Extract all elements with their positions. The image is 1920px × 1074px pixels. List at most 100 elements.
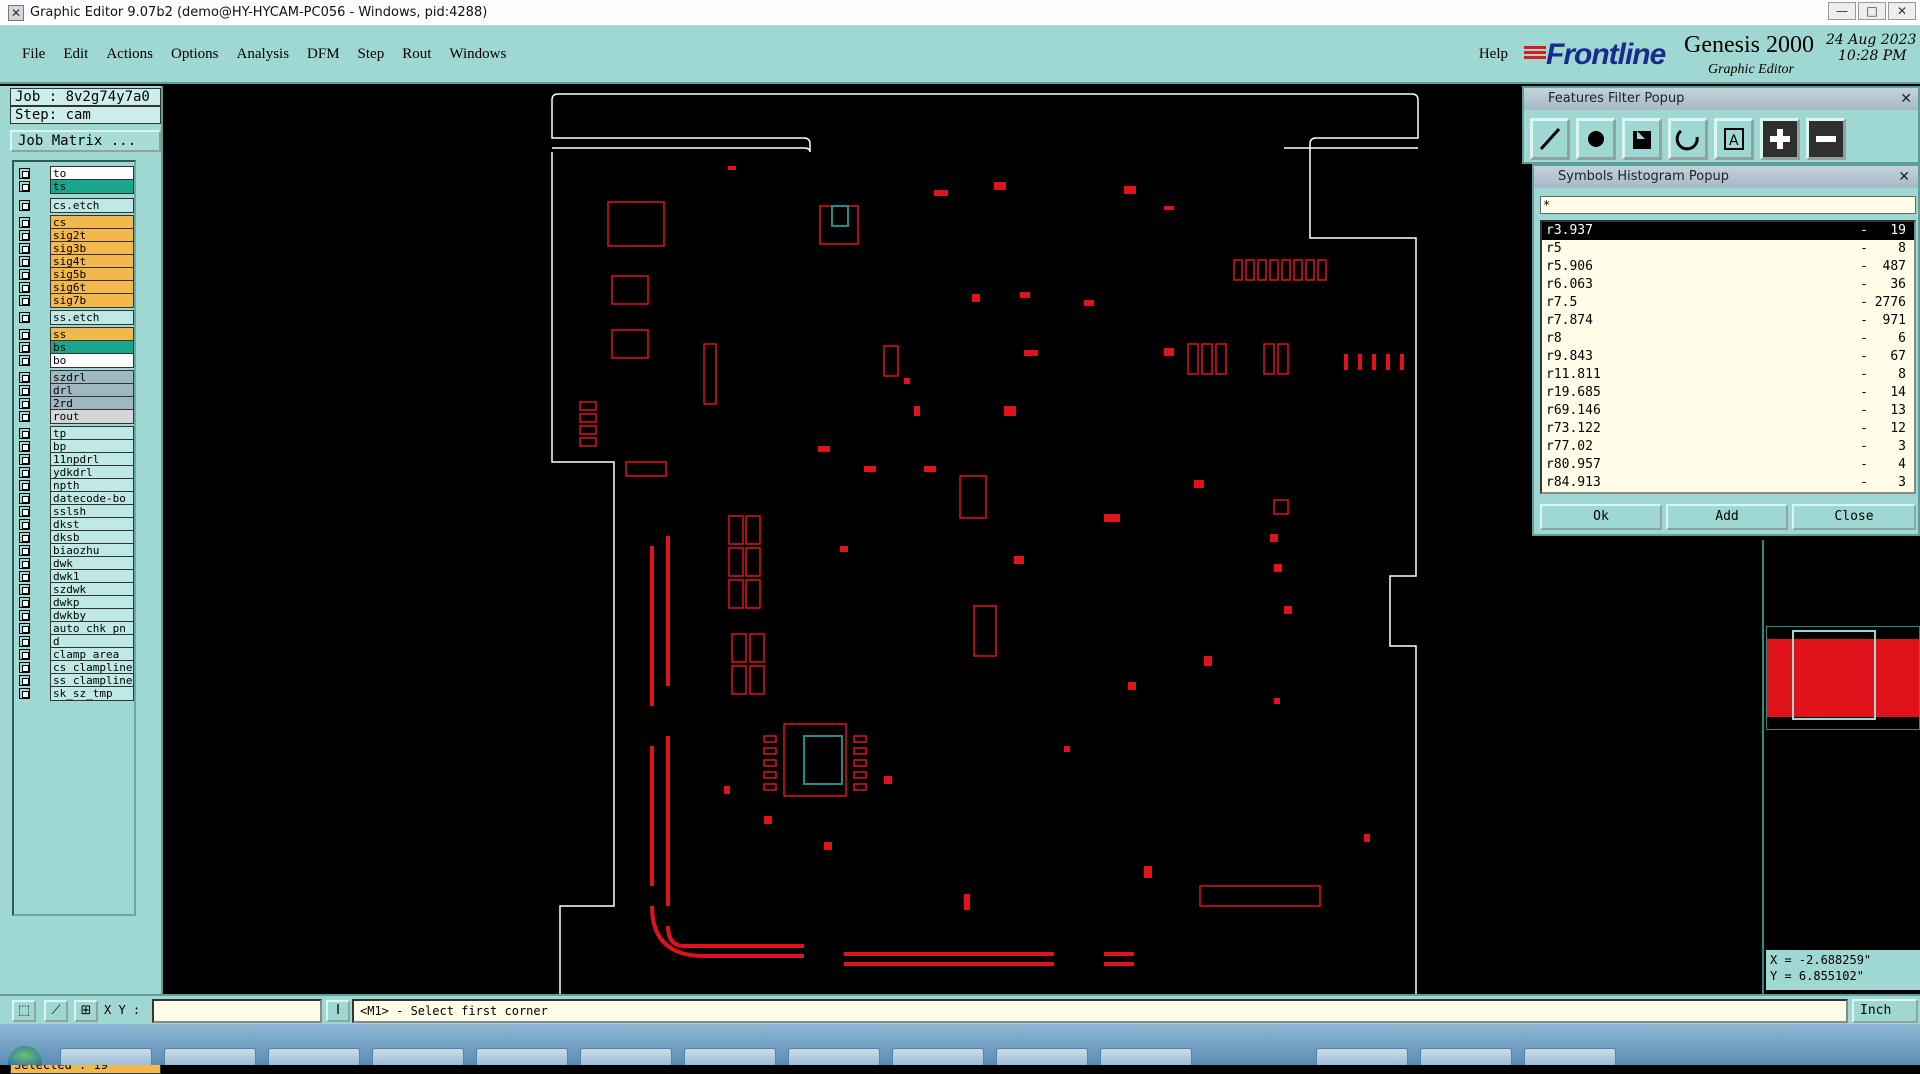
layer-checkbox[interactable]	[19, 649, 30, 660]
layer-checkbox[interactable]	[19, 312, 30, 323]
text-filter-icon[interactable]: A	[1714, 118, 1754, 160]
overview-minimap[interactable]	[1766, 626, 1920, 730]
layer-checkbox[interactable]	[19, 558, 30, 569]
layer-checkbox[interactable]	[19, 243, 30, 254]
layer-checkbox[interactable]	[19, 398, 30, 409]
menu-help[interactable]: Help	[1479, 46, 1508, 63]
taskbar-item[interactable]	[268, 1048, 360, 1065]
layer-name[interactable]: ss.etch	[50, 310, 134, 325]
layer-checkbox[interactable]	[19, 217, 30, 228]
snap-icon[interactable]: ⬚	[12, 1000, 36, 1022]
taskbar-item[interactable]	[1420, 1048, 1512, 1065]
layer-checkbox[interactable]	[19, 506, 30, 517]
layer-checkbox[interactable]	[19, 571, 30, 582]
taskbar-item[interactable]	[372, 1048, 464, 1065]
close-icon[interactable]: ✕	[1898, 166, 1910, 188]
close-icon[interactable]: ✕	[1900, 88, 1912, 110]
layer-checkbox[interactable]	[19, 532, 30, 543]
symbol-row[interactable]: r84.913 - 3	[1542, 474, 1914, 492]
minimize-icon[interactable]: —	[1828, 2, 1856, 20]
layer-row-sk_sz_tmp[interactable]: sk_sz_tmp	[16, 686, 134, 701]
maximize-icon[interactable]: □	[1858, 2, 1886, 20]
grid-icon[interactable]: ⊞	[74, 1000, 98, 1022]
layer-checkbox[interactable]	[19, 256, 30, 267]
symbol-list[interactable]: r3.937-19 r5-8 r5.906-487 r6.063-36 r7.5-277…	[1540, 220, 1916, 494]
menu-actions[interactable]: Actions	[106, 46, 153, 63]
menu-options[interactable]: Options	[171, 46, 219, 63]
layer-checkbox[interactable]	[19, 355, 30, 366]
layer-row-bo[interactable]: bo	[16, 353, 134, 368]
layer-checkbox[interactable]	[19, 282, 30, 293]
layer-checkbox[interactable]	[19, 385, 30, 396]
taskbar-item[interactable]	[476, 1048, 568, 1065]
taskbar-item[interactable]	[1100, 1048, 1192, 1065]
layer-checkbox[interactable]	[19, 200, 30, 211]
layer-checkbox[interactable]	[19, 519, 30, 530]
layer-row-rout[interactable]: rout	[16, 409, 134, 424]
layer-checkbox[interactable]	[19, 441, 30, 452]
menu-edit[interactable]: Edit	[63, 46, 88, 63]
layer-checkbox[interactable]	[19, 168, 30, 179]
layer-checkbox[interactable]	[19, 688, 30, 699]
add-button[interactable]: Add	[1666, 504, 1788, 530]
layer-checkbox[interactable]	[19, 295, 30, 306]
layer-name[interactable]: cs.etch	[50, 198, 134, 213]
start-icon[interactable]	[8, 1046, 42, 1065]
layer-checkbox[interactable]	[19, 493, 30, 504]
job-matrix-button[interactable]: Job Matrix ...	[10, 130, 161, 152]
symbol-row[interactable]: r9.843 - 67	[1542, 348, 1914, 366]
negative-polarity-icon[interactable]	[1806, 118, 1846, 160]
symbol-row[interactable]: r73.122 - 12	[1542, 420, 1914, 438]
cursor-icon[interactable]: I	[326, 1000, 350, 1022]
symbol-row[interactable]: r69.146 - 13	[1542, 402, 1914, 420]
layer-row-ts[interactable]: ts	[16, 179, 134, 194]
taskbar-item[interactable]	[892, 1048, 984, 1065]
positive-polarity-icon[interactable]	[1760, 118, 1800, 160]
symbol-row[interactable]: r5.906 -487	[1542, 258, 1914, 276]
layer-name[interactable]: ts	[50, 179, 134, 194]
xy-input[interactable]	[152, 999, 322, 1023]
graphic-canvas[interactable]	[164, 86, 1761, 994]
symbol-row[interactable]: r8 - 6	[1542, 330, 1914, 348]
layer-checkbox[interactable]	[19, 454, 30, 465]
taskbar-item[interactable]	[996, 1048, 1088, 1065]
symbol-row[interactable]: r77.02 - 3	[1542, 438, 1914, 456]
layer-checkbox[interactable]	[19, 597, 30, 608]
taskbar-item[interactable]	[60, 1048, 152, 1065]
taskbar-item[interactable]	[1524, 1048, 1616, 1065]
menu-analysis[interactable]: Analysis	[237, 46, 290, 63]
symbol-row[interactable]: r11.811 - 8	[1542, 366, 1914, 384]
menu-windows[interactable]: Windows	[449, 46, 506, 63]
units-selector[interactable]: Inch	[1852, 999, 1918, 1023]
layer-name[interactable]: rout	[50, 409, 134, 424]
symbol-row[interactable]: r80.957 - 4	[1542, 456, 1914, 474]
symbol-row[interactable]: r19.685 - 14	[1542, 384, 1914, 402]
menu-step[interactable]: Step	[358, 46, 385, 63]
layer-name[interactable]: bo	[50, 353, 134, 368]
close-icon[interactable]: ✕	[1888, 2, 1916, 20]
layer-checkbox[interactable]	[19, 411, 30, 422]
layer-checkbox[interactable]	[19, 610, 30, 621]
layer-name[interactable]: sk_sz_tmp	[50, 686, 134, 701]
ok-button[interactable]: Ok	[1540, 504, 1662, 530]
layer-checkbox[interactable]	[19, 269, 30, 280]
layer-checkbox[interactable]	[19, 662, 30, 673]
measure-icon[interactable]: ⟋	[44, 1000, 68, 1022]
taskbar-item[interactable]	[164, 1048, 256, 1065]
symbol-row[interactable]: r3.937 - 19	[1542, 222, 1914, 240]
layer-checkbox[interactable]	[19, 342, 30, 353]
pad-filter-icon[interactable]	[1576, 118, 1616, 160]
layer-checkbox[interactable]	[19, 230, 30, 241]
layer-checkbox[interactable]	[19, 623, 30, 634]
symbol-row[interactable]: r7.874 -971	[1542, 312, 1914, 330]
layer-checkbox[interactable]	[19, 584, 30, 595]
taskbar-item[interactable]	[788, 1048, 880, 1065]
symbol-filter-input[interactable]: *	[1540, 196, 1916, 214]
layer-row-ss.etch[interactable]: ss.etch	[16, 310, 134, 325]
symbol-row[interactable]: r6.063 - 36	[1542, 276, 1914, 294]
layer-checkbox[interactable]	[19, 467, 30, 478]
layer-row-sig7b[interactable]: sig7b	[16, 293, 134, 308]
layer-checkbox[interactable]	[19, 329, 30, 340]
layer-checkbox[interactable]	[19, 480, 30, 491]
symbol-row[interactable]: r5 - 8	[1542, 240, 1914, 258]
